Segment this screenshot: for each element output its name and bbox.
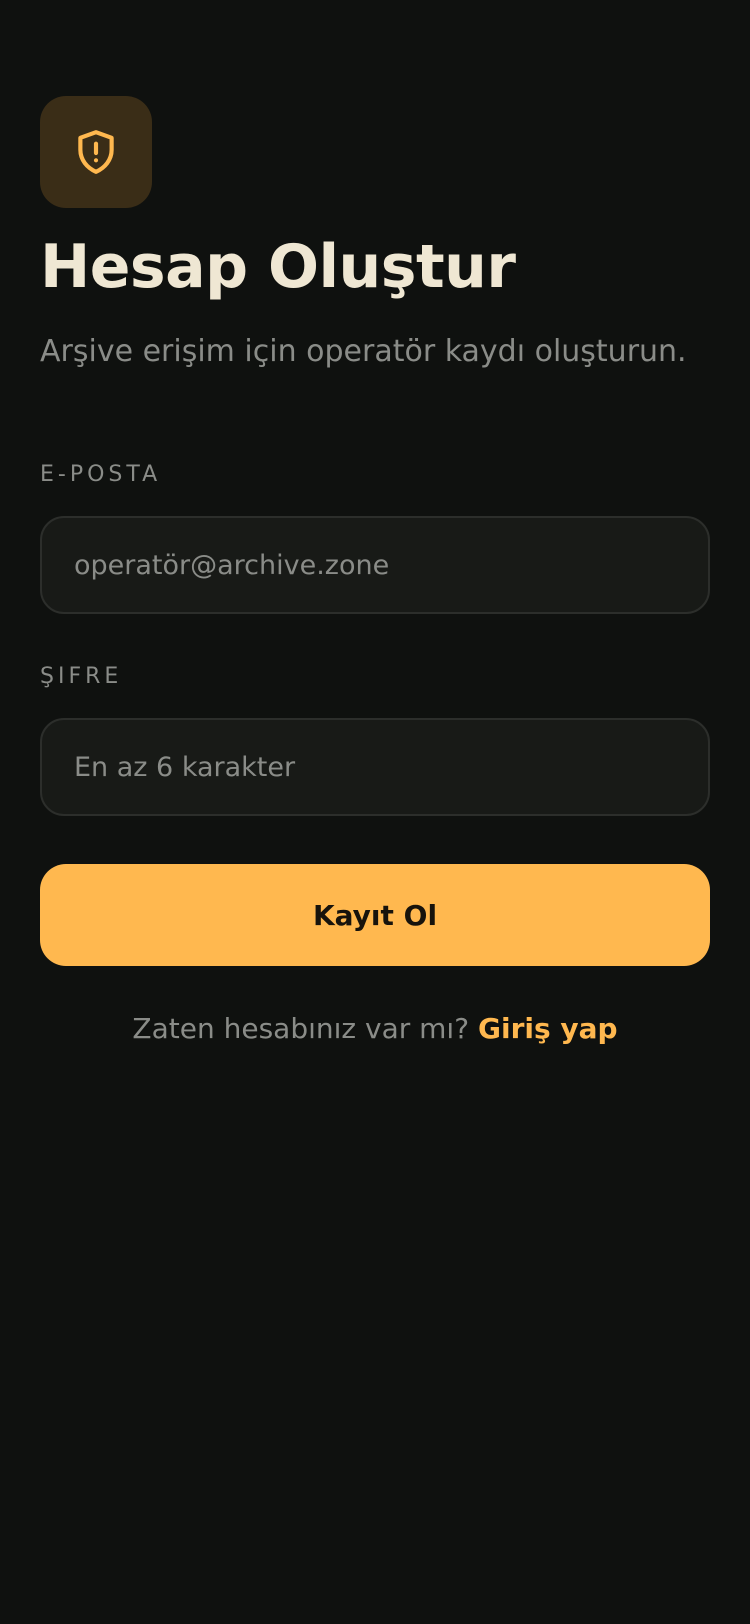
password-field[interactable] (42, 720, 708, 814)
password-label: ŞIFRE (40, 664, 123, 689)
app-logo (40, 96, 152, 208)
password-field-container (40, 718, 710, 816)
login-link[interactable]: Giriş yap (478, 1012, 618, 1045)
login-prompt-text: Zaten hesabınız var mı? (132, 1012, 470, 1045)
shield-alert-icon (78, 130, 114, 174)
register-button[interactable]: Kayıt Ol (40, 864, 710, 966)
page-title: Hesap Oluştur (40, 232, 516, 302)
email-field-container (40, 516, 710, 614)
login-prompt: Zaten hesabınız var mı? Giriş yap (0, 1012, 750, 1045)
email-label: E-POSTA (40, 462, 162, 487)
email-field[interactable] (42, 518, 708, 612)
page-subtitle: Arşive erişim için operatör kaydı oluştu… (40, 334, 687, 369)
